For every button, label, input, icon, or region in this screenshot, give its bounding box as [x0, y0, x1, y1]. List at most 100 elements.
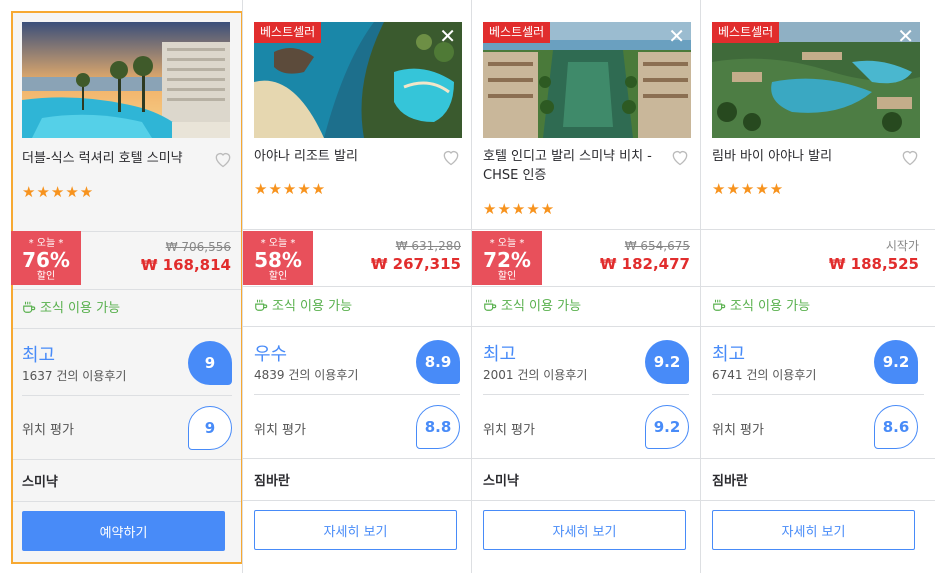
hotel-card-1[interactable]: 더블-식스 럭셔리 호텔 스미냑 ★★★★★ * 오늘 * 76% 할인 ₩ 7… [11, 11, 243, 564]
close-icon[interactable]: ✕ [897, 26, 914, 46]
deal-suffix: 할인 [497, 271, 517, 282]
hotel-photo[interactable] [22, 22, 230, 138]
final-price: ₩ 188,525 [828, 255, 919, 273]
details-button[interactable]: 자세히 보기 [483, 510, 686, 550]
deal-title: * 오늘 * [489, 238, 525, 249]
price-block: 시작가 ₩ 188,525 [829, 238, 919, 274]
rating-label: 최고 [483, 344, 517, 365]
rating-label: 우수 [254, 344, 288, 365]
close-icon[interactable]: ✕ [439, 26, 456, 46]
star-rating: ★★★★★ [22, 183, 95, 201]
final-price: ₩ 182,477 [599, 255, 690, 273]
divider [22, 395, 232, 396]
location-score-badge: 9.2 [645, 405, 689, 449]
hotel-area: 스미냑 [22, 475, 58, 490]
deal-badge: * 오늘 * 76% 할인 [11, 231, 81, 285]
divider [701, 326, 935, 327]
bestseller-badge: 베스트셀러 [712, 22, 780, 43]
price-block: ₩ 631,280 ₩ 267,315 [371, 238, 461, 274]
review-count[interactable]: 6741 건의 이용후기 [712, 366, 816, 383]
divider [243, 286, 471, 287]
review-count[interactable]: 4839 건의 이용후기 [254, 366, 358, 383]
breakfast-label: 조식 이용 가능 [501, 299, 582, 314]
price-block: ₩ 706,556 ₩ 168,814 [141, 239, 231, 275]
review-count[interactable]: 2001 건의 이용후기 [483, 366, 587, 383]
divider [483, 394, 689, 395]
divider [472, 286, 700, 287]
star-rating: ★★★★★ [712, 180, 785, 198]
hotel-card-2[interactable]: 베스트셀러 ✕ 아야나 리조트 발리 ★★★★★ * 오늘 * 58% 할인 ₩… [242, 0, 471, 573]
review-score-badge: 9 [188, 341, 232, 385]
location-label: 위치 평가 [22, 423, 74, 438]
details-button[interactable]: 자세히 보기 [254, 510, 457, 550]
deal-suffix: 할인 [268, 271, 288, 282]
star-rating: ★★★★★ [254, 180, 327, 198]
location-label: 위치 평가 [712, 423, 764, 438]
divider [472, 326, 700, 327]
location-score-badge: 8.6 [874, 405, 918, 449]
favorite-heart-icon[interactable] [670, 147, 690, 167]
bestseller-badge: 베스트셀러 [254, 22, 322, 43]
deal-title: * 오늘 * [260, 238, 296, 249]
review-score-badge: 9.2 [645, 340, 689, 384]
deal-badge: * 오늘 * 58% 할인 [243, 231, 313, 285]
divider [701, 229, 935, 230]
hotel-photo[interactable]: 베스트셀러 ✕ [483, 22, 691, 138]
location-label: 위치 평가 [254, 423, 306, 438]
rating-label: 최고 [22, 345, 56, 366]
divider [472, 458, 700, 459]
details-button[interactable]: 자세히 보기 [712, 510, 915, 550]
hotel-photo[interactable]: 베스트셀러 ✕ [254, 22, 462, 138]
review-count[interactable]: 1637 건의 이용후기 [22, 367, 126, 384]
final-price: ₩ 168,814 [140, 256, 231, 274]
breakfast-info: 조식 이용 가능 [22, 297, 120, 316]
hotel-name[interactable]: 더블-식스 럭셔리 호텔 스미냑 [22, 149, 202, 168]
original-price: ₩ 654,675 [624, 239, 690, 253]
original-price: ₩ 706,556 [165, 240, 231, 254]
divider [712, 394, 924, 395]
divider [472, 229, 700, 230]
resort-photo-image [22, 22, 230, 138]
favorite-heart-icon[interactable] [213, 149, 233, 169]
deal-percent: 72% [483, 248, 531, 272]
hotel-photo[interactable]: 베스트셀러 ✕ [712, 22, 920, 138]
coffee-cup-icon [23, 301, 36, 313]
coffee-cup-icon [484, 299, 497, 311]
breakfast-info: 조식 이용 가능 [254, 295, 352, 314]
breakfast-info: 조식 이용 가능 [712, 295, 810, 314]
hotel-area: 스미냑 [483, 474, 519, 489]
hotel-card-4[interactable]: 베스트셀러 ✕ 림바 바이 아야나 발리 ★★★★★ 시작가 ₩ 188,525… [700, 0, 935, 573]
divider [13, 289, 241, 290]
original-price: ₩ 631,280 [395, 239, 461, 253]
hotel-card-3[interactable]: 베스트셀러 ✕ 호텔 인디고 발리 스미냑 비치 - CHSE 인증 ★★★★★… [471, 0, 700, 573]
hotel-name[interactable]: 림바 바이 아야나 발리 [712, 147, 892, 166]
divider [472, 500, 700, 501]
price-block: ₩ 654,675 ₩ 182,477 [600, 238, 690, 274]
divider [254, 394, 460, 395]
book-button[interactable]: 예약하기 [22, 511, 225, 551]
coffee-cup-icon [255, 299, 268, 311]
breakfast-label: 조식 이용 가능 [40, 301, 121, 316]
hotel-area: 짐바란 [254, 474, 290, 489]
bestseller-badge: 베스트셀러 [483, 22, 551, 43]
location-score-badge: 8.8 [416, 405, 460, 449]
divider [13, 328, 241, 329]
breakfast-info: 조식 이용 가능 [483, 295, 581, 314]
deal-percent: 76% [22, 248, 70, 272]
from-label: 시작가 [885, 239, 919, 253]
divider [13, 459, 241, 460]
close-icon[interactable]: ✕ [668, 26, 685, 46]
favorite-heart-icon[interactable] [441, 147, 461, 167]
deal-percent: 58% [254, 248, 302, 272]
divider [243, 326, 471, 327]
hotel-area: 짐바란 [712, 474, 748, 489]
hotel-name[interactable]: 아야나 리조트 발리 [254, 147, 434, 166]
divider [701, 286, 935, 287]
hotel-name[interactable]: 호텔 인디고 발리 스미냑 비치 - CHSE 인증 [483, 147, 668, 185]
deal-title: * 오늘 * [28, 238, 64, 249]
review-score-badge: 9.2 [874, 340, 918, 384]
divider [243, 500, 471, 501]
review-score-badge: 8.9 [416, 340, 460, 384]
final-price: ₩ 267,315 [370, 255, 461, 273]
favorite-heart-icon[interactable] [900, 147, 920, 167]
